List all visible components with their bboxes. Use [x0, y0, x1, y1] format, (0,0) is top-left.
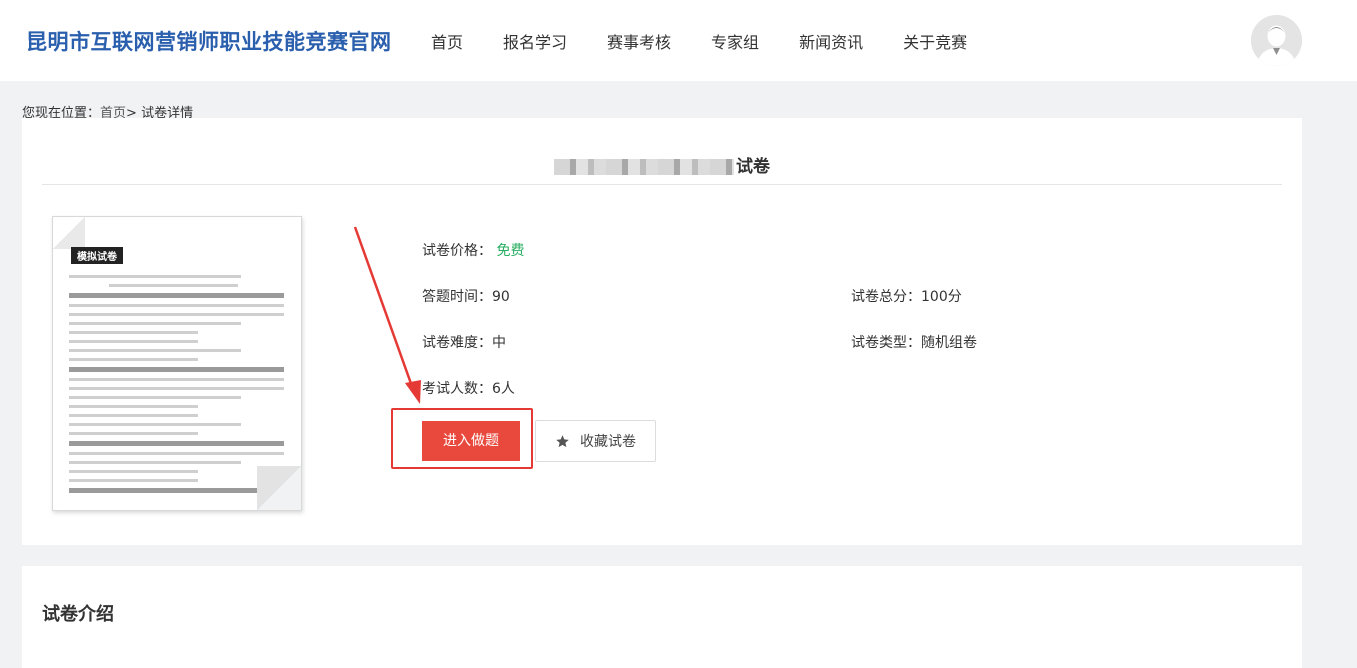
favorite-paper-button[interactable]: 收藏试卷 — [535, 420, 656, 462]
user-avatar[interactable] — [1251, 15, 1302, 66]
total-score-field: 试卷总分：100分 — [851, 289, 962, 305]
star-icon — [556, 434, 569, 447]
page-curl-corner — [257, 466, 301, 510]
nav-experts[interactable]: 专家组 — [711, 29, 759, 53]
nav-about[interactable]: 关于竞赛 — [903, 29, 967, 53]
thumbnail-badge: 模拟试卷 — [71, 247, 123, 264]
nav-signup-study[interactable]: 报名学习 — [503, 29, 567, 53]
intro-card: 试卷介绍 — [22, 566, 1302, 668]
page-fold-corner — [53, 217, 85, 249]
main-nav: 首页 报名学习 赛事考核 专家组 新闻资讯 关于竞赛 — [431, 29, 967, 53]
price-value: 免费 — [496, 243, 525, 259]
site-title[interactable]: 昆明市互联网营销师职业技能竞赛官网 — [26, 26, 392, 56]
paper-type-field: 试卷类型：随机组卷 — [851, 335, 977, 351]
enter-exam-button[interactable]: 进入做题 — [422, 421, 520, 461]
difficulty-field: 试卷难度：中 — [422, 335, 506, 351]
duration-field: 答题时间：90 — [422, 289, 510, 305]
user-avatar-icon — [1251, 15, 1302, 66]
nav-news[interactable]: 新闻资讯 — [799, 29, 863, 53]
title-divider — [42, 184, 1282, 185]
thumbnail-content-lines — [69, 275, 284, 499]
intro-title: 试卷介绍 — [42, 604, 114, 625]
paper-detail-card: 试卷 模拟试卷 试卷价格： 免费 答题时间：90 试卷总分：100分 试卷难度：… — [22, 118, 1302, 545]
nav-home[interactable]: 首页 — [431, 29, 463, 53]
favorite-button-label: 收藏试卷 — [580, 434, 636, 450]
price-row: 试卷价格： 免费 — [422, 240, 524, 260]
paper-title: 试卷 — [22, 152, 1302, 177]
paper-thumbnail: 模拟试卷 — [52, 216, 302, 511]
header: 昆明市互联网营销师职业技能竞赛官网 首页 报名学习 赛事考核 专家组 新闻资讯 … — [0, 0, 1357, 81]
paper-title-suffix: 试卷 — [736, 157, 770, 177]
price-label: 试卷价格： — [422, 243, 492, 259]
examinees-field: 考试人数：6人 — [422, 381, 515, 397]
blurred-title-text — [554, 159, 734, 175]
nav-exam[interactable]: 赛事考核 — [607, 29, 671, 53]
